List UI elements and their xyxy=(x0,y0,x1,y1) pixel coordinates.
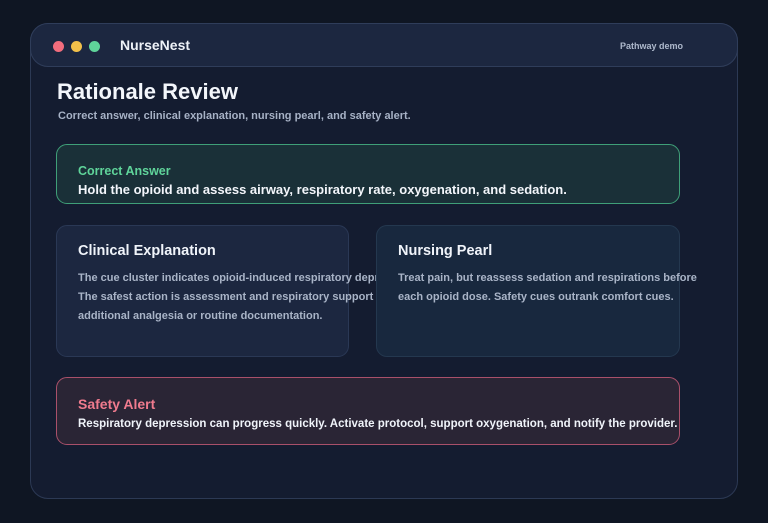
app-window: NurseNest Pathway demo Rationale Review … xyxy=(30,23,738,499)
title-bar: NurseNest Pathway demo xyxy=(30,23,738,67)
nursing-pearl-body: Treat pain, but reassess sedation and re… xyxy=(398,272,697,303)
nursing-pearl-heading: Nursing Pearl xyxy=(398,243,493,259)
mode-label: Pathway demo xyxy=(620,41,684,51)
clinical-explanation-heading: Clinical Explanation xyxy=(78,243,216,259)
minimize-window-button[interactable] xyxy=(71,41,82,52)
correct-answer-label: Correct Answer xyxy=(78,164,171,178)
safety-alert-text: Respiratory depression can progress quic… xyxy=(78,418,678,430)
maximize-window-button[interactable] xyxy=(89,41,100,52)
app-title: NurseNest xyxy=(120,37,191,53)
clinical-explanation-card: Clinical Explanation The cue cluster ind… xyxy=(56,225,417,357)
safety-alert-card: Safety Alert Respiratory depression can … xyxy=(56,377,680,445)
page-subtitle: Correct answer, clinical explanation, nu… xyxy=(58,110,411,122)
page-title: Rationale Review xyxy=(57,79,238,104)
correct-answer-text: Hold the opioid and assess airway, respi… xyxy=(78,182,567,197)
clinical-explanation-body: The cue cluster indicates opioid-induced… xyxy=(78,272,417,322)
nursing-pearl-card: Nursing Pearl Treat pain, but reassess s… xyxy=(376,225,697,357)
correct-answer-card: Correct Answer Hold the opioid and asses… xyxy=(56,144,680,204)
safety-alert-label: Safety Alert xyxy=(78,396,156,412)
close-window-button[interactable] xyxy=(53,41,64,52)
